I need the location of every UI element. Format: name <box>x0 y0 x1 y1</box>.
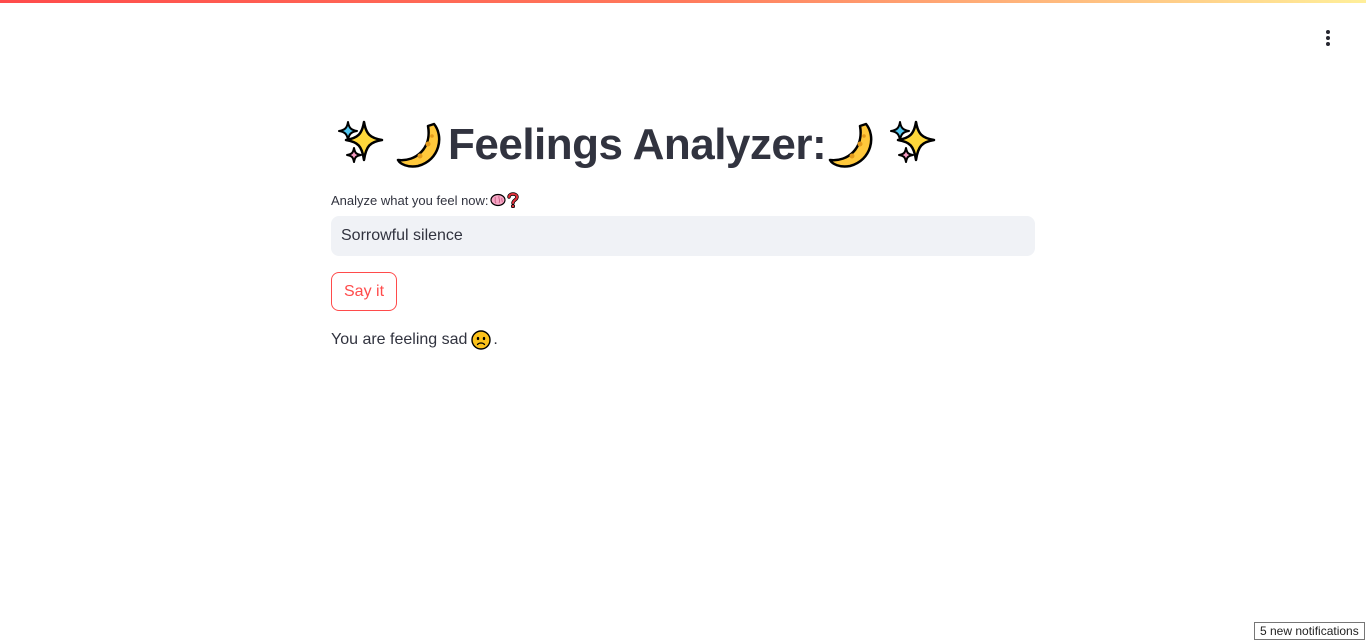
crescent-moon-icon <box>828 122 873 168</box>
menu-dot <box>1326 36 1330 40</box>
input-label: Analyze what you feel now: <box>331 190 1035 210</box>
notifications-badge[interactable]: 5 new notifications <box>1254 622 1365 640</box>
slightly-frowning-face-icon <box>471 330 492 350</box>
main-content: Feelings Analyzer: Analyze what you feel… <box>331 100 1035 351</box>
sparkles-icon <box>338 120 384 163</box>
question-mark-icon <box>506 192 519 208</box>
say-it-button[interactable]: Say it <box>331 272 398 311</box>
input-label-text: Analyze what you feel now: <box>331 192 489 208</box>
main-menu-button[interactable] <box>1314 26 1342 50</box>
menu-dot <box>1326 30 1330 34</box>
top-decoration-bar <box>0 0 1366 3</box>
sparkles-icon <box>890 120 936 163</box>
feelings-input[interactable] <box>331 216 1035 256</box>
title-text: Feelings Analyzer: <box>448 120 827 169</box>
brain-icon <box>489 193 506 207</box>
menu-dot <box>1326 42 1330 46</box>
crescent-moon-icon <box>396 122 441 168</box>
result-text: You are feeling sad <box>331 331 468 348</box>
page-title: Feelings Analyzer: <box>331 100 1035 190</box>
result-suffix: . <box>493 331 498 348</box>
result-message: You are feeling sad . <box>331 329 1035 351</box>
